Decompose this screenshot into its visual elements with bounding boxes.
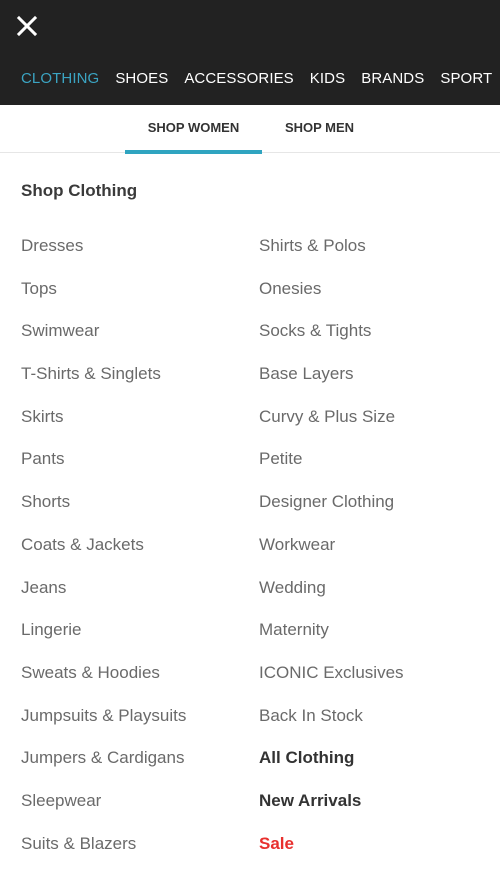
left-link-column: Dresses Tops Swimwear T-Shirts & Singlet… <box>21 234 251 874</box>
link-suits-blazers[interactable]: Suits & Blazers <box>21 832 251 875</box>
link-shorts[interactable]: Shorts <box>21 490 251 533</box>
link-swimwear[interactable]: Swimwear <box>21 319 251 362</box>
link-jeans[interactable]: Jeans <box>21 576 251 619</box>
link-onesies[interactable]: Onesies <box>259 277 489 320</box>
link-iconic-exclusives[interactable]: ICONIC Exclusives <box>259 661 489 704</box>
close-icon <box>16 15 38 37</box>
link-maternity[interactable]: Maternity <box>259 618 489 661</box>
link-designer-clothing[interactable]: Designer Clothing <box>259 490 489 533</box>
category-nav: CLOTHING SHOES ACCESSORIES KIDS BRANDS S… <box>21 68 500 90</box>
category-shoes[interactable]: SHOES <box>115 68 168 90</box>
link-tshirts-singlets[interactable]: T-Shirts & Singlets <box>21 362 251 405</box>
link-dresses[interactable]: Dresses <box>21 234 251 277</box>
top-bar: CLOTHING SHOES ACCESSORIES KIDS BRANDS S… <box>0 0 500 105</box>
link-coats-jackets[interactable]: Coats & Jackets <box>21 533 251 576</box>
link-pants[interactable]: Pants <box>21 447 251 490</box>
link-jumpers-cardigans[interactable]: Jumpers & Cardigans <box>21 746 251 789</box>
link-lingerie[interactable]: Lingerie <box>21 618 251 661</box>
tab-shop-women[interactable]: SHOP WOMEN <box>125 105 262 154</box>
link-sleepwear[interactable]: Sleepwear <box>21 789 251 832</box>
close-button[interactable] <box>14 13 40 39</box>
link-petite[interactable]: Petite <box>259 447 489 490</box>
link-back-in-stock[interactable]: Back In Stock <box>259 704 489 747</box>
link-workwear[interactable]: Workwear <box>259 533 489 576</box>
category-kids[interactable]: KIDS <box>310 68 345 90</box>
link-sale[interactable]: Sale <box>259 832 489 875</box>
link-skirts[interactable]: Skirts <box>21 405 251 448</box>
category-clothing[interactable]: CLOTHING <box>21 68 99 90</box>
link-base-layers[interactable]: Base Layers <box>259 362 489 405</box>
right-link-column: Shirts & Polos Onesies Socks & Tights Ba… <box>259 234 489 874</box>
link-curvy-plus-size[interactable]: Curvy & Plus Size <box>259 405 489 448</box>
link-sweats-hoodies[interactable]: Sweats & Hoodies <box>21 661 251 704</box>
tab-shop-men[interactable]: SHOP MEN <box>262 105 377 153</box>
category-accessories[interactable]: ACCESSORIES <box>184 68 293 90</box>
category-sport[interactable]: SPORT <box>440 68 492 90</box>
link-tops[interactable]: Tops <box>21 277 251 320</box>
section-title: Shop Clothing <box>21 181 138 200</box>
link-wedding[interactable]: Wedding <box>259 576 489 619</box>
link-shirts-polos[interactable]: Shirts & Polos <box>259 234 489 277</box>
gender-tabs: SHOP WOMEN SHOP MEN <box>0 105 500 154</box>
link-jumpsuits-playsuits[interactable]: Jumpsuits & Playsuits <box>21 704 251 747</box>
link-new-arrivals[interactable]: New Arrivals <box>259 789 489 832</box>
link-all-clothing[interactable]: All Clothing <box>259 746 489 789</box>
category-brands[interactable]: BRANDS <box>361 68 424 90</box>
link-socks-tights[interactable]: Socks & Tights <box>259 319 489 362</box>
